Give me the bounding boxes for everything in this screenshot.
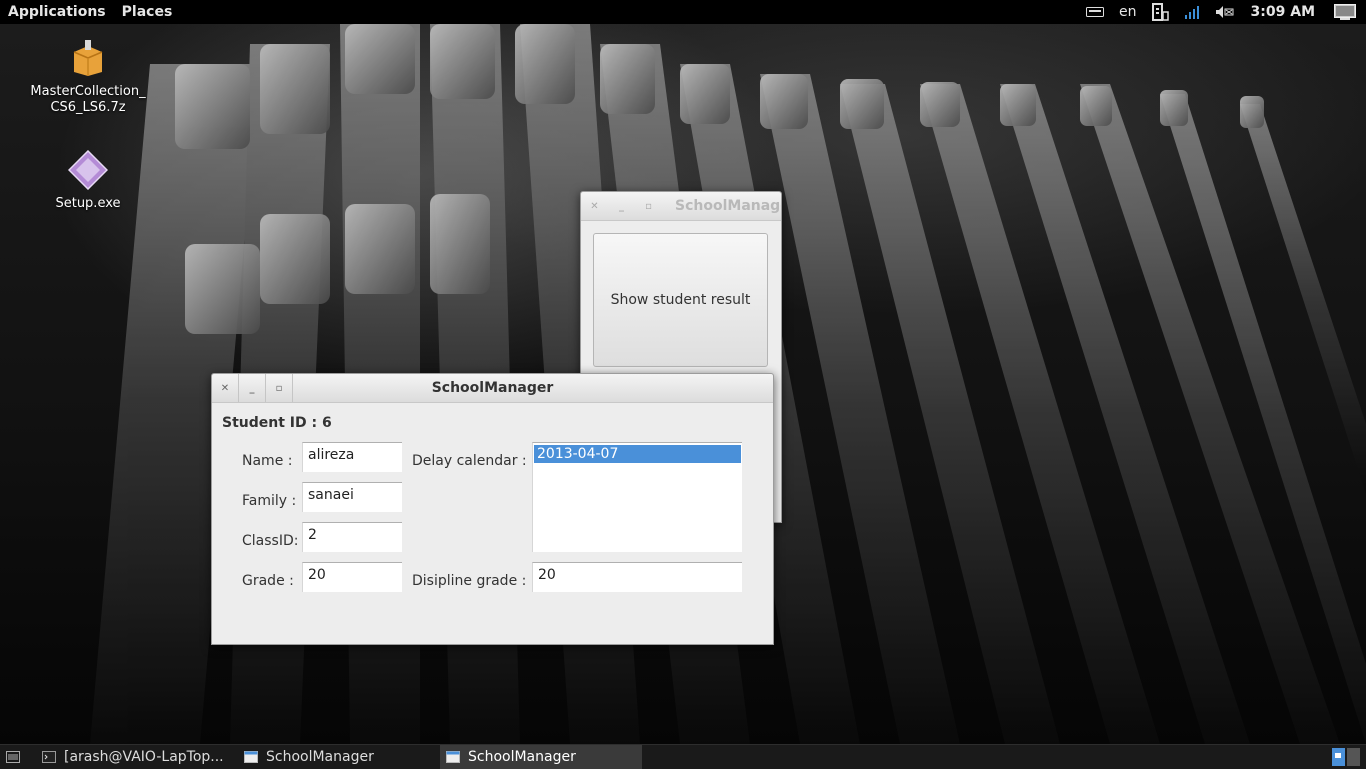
front-window-titlebar[interactable]: ✕ _ ▫ SchoolManager	[212, 374, 773, 403]
schoolmanager-student-window: ✕ _ ▫ SchoolManager Student ID : 6 Name …	[211, 373, 774, 645]
show-student-result-button[interactable]: Show student result	[593, 233, 768, 367]
student-id-label: Student ID : 6	[222, 415, 332, 431]
task-terminal[interactable]: [arash@VAIO-LapTop...	[36, 745, 238, 769]
list-item[interactable]: 2013-04-07	[534, 445, 741, 463]
task-terminal-label: [arash@VAIO-LapTop...	[64, 749, 224, 765]
volume-icon[interactable]	[1212, 0, 1238, 24]
discipline-grade-field[interactable]: 20	[532, 562, 742, 592]
top-panel: Applications Places en 3:09 AM	[0, 0, 1366, 24]
applications-menu[interactable]: Applications	[0, 0, 114, 24]
task-schoolmanager-2-label: SchoolManager	[468, 749, 576, 765]
front-window-title: SchoolManager	[431, 380, 554, 396]
bottom-taskbar: [arash@VAIO-LapTop... SchoolManager Scho…	[0, 744, 1366, 769]
workspace-switcher-icon[interactable]	[1326, 745, 1366, 769]
maximize-icon[interactable]: ▫	[266, 374, 293, 402]
task-schoolmanager-2[interactable]: SchoolManager	[440, 745, 642, 769]
name-field[interactable]: alireza	[302, 442, 402, 472]
close-icon[interactable]: ✕	[581, 192, 608, 220]
delay-calendar-label: Delay calendar :	[412, 453, 527, 469]
archive-label-line2: CS6_LS6.7z	[50, 100, 126, 115]
desktop-icon[interactable]	[1332, 0, 1358, 24]
network-manager-icon[interactable]	[1148, 0, 1174, 24]
installer-diamond-icon	[67, 149, 109, 191]
minimize-icon[interactable]: _	[239, 374, 266, 402]
back-window-title: SchoolManager	[675, 198, 781, 214]
classid-label: ClassID:	[242, 533, 299, 549]
grade-label: Grade :	[242, 573, 294, 589]
maximize-icon[interactable]: ▫	[635, 192, 662, 220]
desktop-icon-archive[interactable]: MasterCollection_ CS6_LS6.7z	[23, 38, 153, 116]
name-label: Name :	[242, 453, 293, 469]
task-schoolmanager-1-label: SchoolManager	[266, 749, 374, 765]
grade-field[interactable]: 20	[302, 562, 402, 592]
archive-box-icon	[68, 38, 108, 78]
places-menu[interactable]: Places	[114, 0, 181, 24]
family-field[interactable]: sanaei	[302, 482, 402, 512]
window-icon	[244, 751, 258, 763]
keyboard-icon[interactable]	[1082, 0, 1108, 24]
archive-label-line1: MasterCollection_	[30, 84, 146, 99]
task-schoolmanager-1[interactable]: SchoolManager	[238, 745, 440, 769]
window-icon	[446, 751, 460, 763]
system-tray: en 3:09 AM	[1079, 0, 1366, 24]
clock[interactable]: 3:09 AM	[1251, 4, 1315, 20]
show-desktop-icon[interactable]	[0, 745, 36, 769]
delay-calendar-list[interactable]: 2013-04-07	[532, 442, 742, 552]
language-indicator[interactable]: en	[1119, 4, 1137, 20]
close-icon[interactable]: ✕	[212, 374, 239, 402]
classid-field[interactable]: 2	[302, 522, 402, 552]
family-label: Family :	[242, 493, 297, 509]
terminal-icon	[42, 751, 56, 763]
minimize-icon[interactable]: _	[608, 192, 635, 220]
signal-bars-icon[interactable]	[1180, 0, 1206, 24]
setup-label: Setup.exe	[55, 196, 121, 211]
discipline-grade-label: Disipline grade :	[412, 573, 527, 589]
desktop-icon-setup[interactable]: Setup.exe	[23, 149, 153, 212]
back-window-titlebar[interactable]: ✕ _ ▫ SchoolManager	[581, 192, 781, 221]
